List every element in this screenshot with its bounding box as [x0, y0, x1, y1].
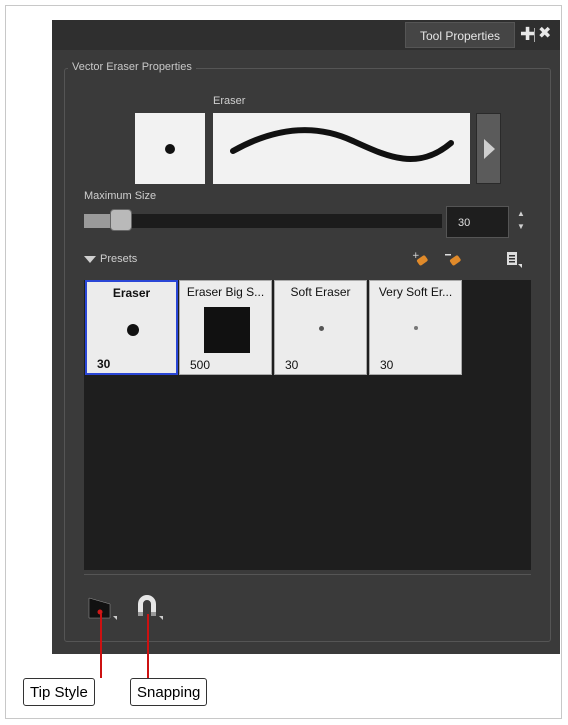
tip-style-icon[interactable]: [88, 592, 118, 620]
preset-size: 500: [190, 358, 211, 372]
group-title: Vector Eraser Properties: [68, 61, 196, 73]
presets-toggle[interactable]: Presets: [84, 253, 137, 265]
tab-tool-properties[interactable]: Tool Properties: [405, 22, 515, 48]
preset-size: 30: [97, 357, 111, 371]
preset-tile-very-soft-eraser[interactable]: Very Soft Er... 30: [369, 280, 462, 375]
tip-style-callout-line: [100, 614, 102, 678]
snapping-icon[interactable]: [134, 592, 164, 620]
maximum-size-slider[interactable]: [84, 214, 442, 228]
spin-down-icon[interactable]: ▼: [517, 222, 525, 231]
arrow-right-icon: [484, 139, 495, 159]
maximum-size-label: Maximum Size: [84, 190, 157, 202]
toolbar-separator: [84, 574, 531, 575]
tip-preview: [135, 113, 205, 184]
preset-name: Very Soft Er...: [378, 285, 453, 299]
eraser-label: Eraser: [213, 95, 246, 107]
preset-arrow-button[interactable]: [476, 113, 501, 184]
preset-preview: [319, 326, 324, 331]
snapping-callout: Snapping: [130, 678, 208, 706]
preset-size: 30: [380, 358, 394, 372]
preset-tile-eraser[interactable]: Eraser 30: [85, 280, 178, 375]
preset-preview: [414, 326, 418, 330]
plus-icon[interactable]: ✚: [520, 23, 535, 45]
snapping-callout-line: [147, 614, 149, 678]
preset-tile-soft-eraser[interactable]: Soft Eraser 30: [274, 280, 367, 375]
stroke-wave: [230, 127, 454, 162]
preset-name: Eraser: [112, 286, 151, 300]
preset-preview: [127, 324, 139, 336]
disclosure-triangle-icon: [84, 255, 96, 263]
preset-preview: [204, 307, 250, 353]
stroke-preview: [213, 113, 470, 184]
preset-name: Eraser Big S...: [186, 285, 265, 299]
tip-dot: [165, 144, 175, 154]
tip-style-callout: Tip Style: [23, 678, 95, 706]
svg-text:+: +: [412, 251, 420, 261]
spin-up-icon[interactable]: ▲: [517, 209, 525, 218]
titlebar-separator: [534, 28, 535, 42]
slider-handle[interactable]: [110, 209, 132, 231]
preset-name: Soft Eraser: [290, 285, 351, 299]
preset-menu-icon[interactable]: [505, 250, 523, 268]
close-icon[interactable]: ✖: [538, 22, 551, 46]
preset-size: 30: [285, 358, 299, 372]
rename-preset-icon[interactable]: [444, 250, 462, 268]
preset-tile-eraser-big[interactable]: Eraser Big S... 500: [179, 280, 272, 375]
new-preset-icon[interactable]: +: [411, 250, 429, 268]
maximum-size-field[interactable]: 30: [446, 206, 509, 238]
presets-label: Presets: [100, 253, 138, 265]
